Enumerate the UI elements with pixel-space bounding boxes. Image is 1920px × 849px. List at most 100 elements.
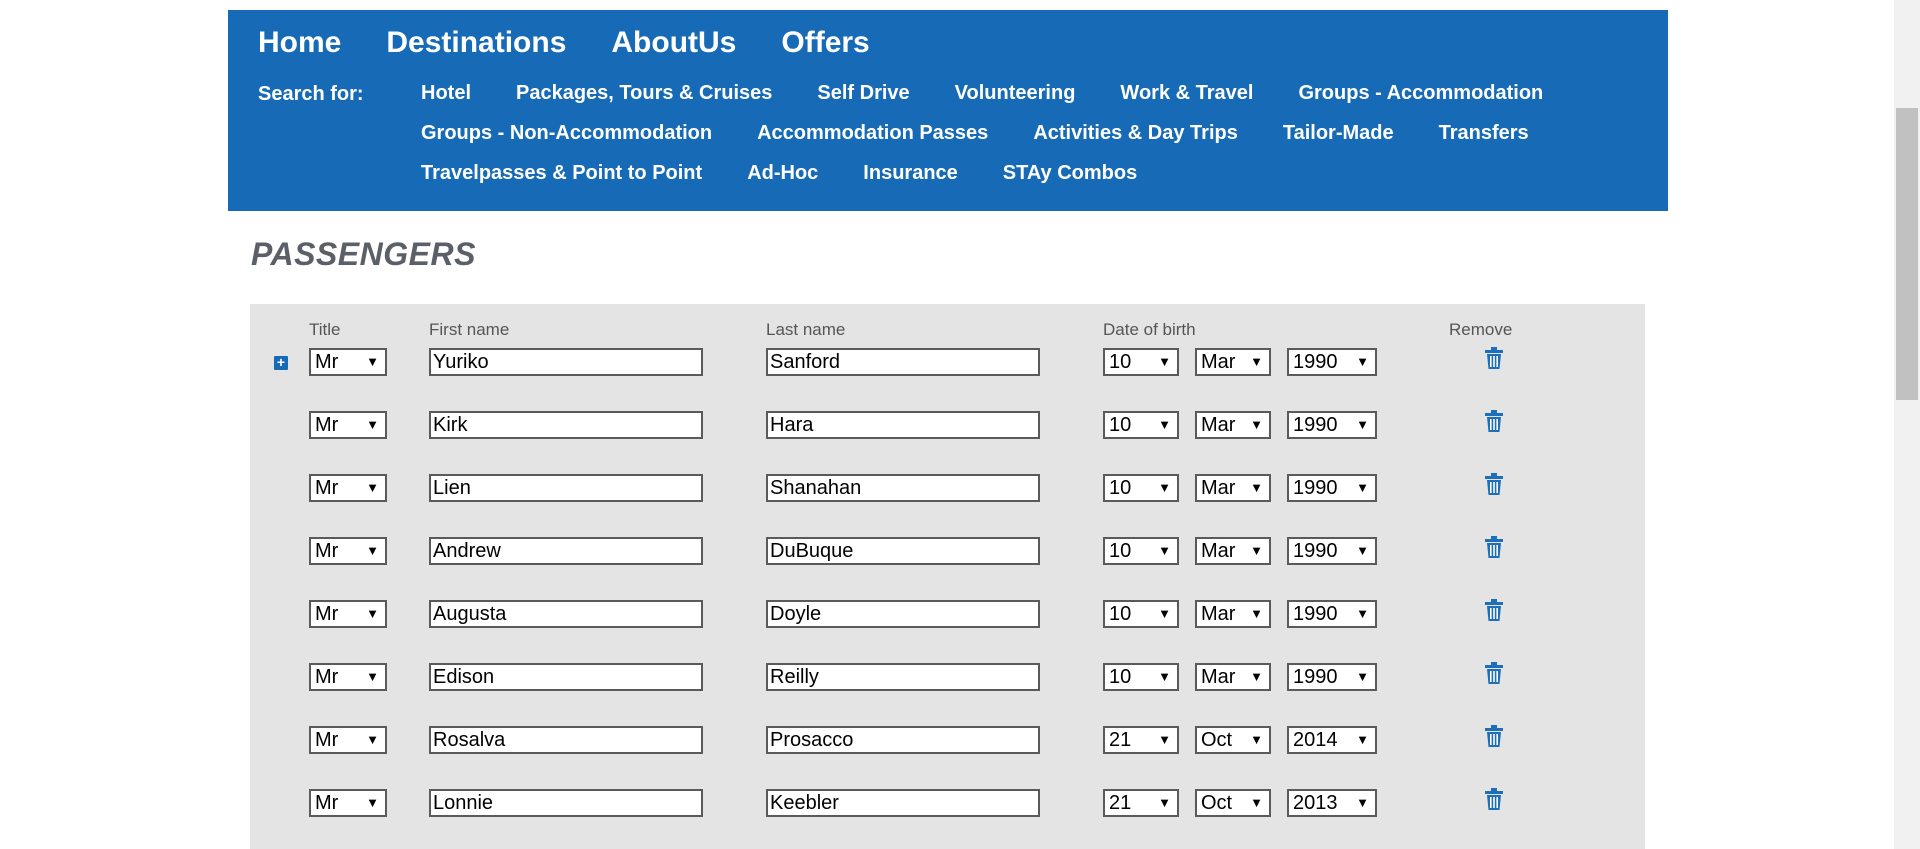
search-link-transfers[interactable]: Transfers <box>1439 120 1529 146</box>
title-select[interactable]: Mr ▼ <box>309 789 387 817</box>
chevron-down-icon: ▼ <box>1158 543 1171 558</box>
dob-day-select[interactable]: 21 ▼ <box>1103 789 1179 817</box>
column-header-dob: Date of birth <box>1103 320 1196 339</box>
dob-year-select[interactable]: 1990 ▼ <box>1287 600 1377 628</box>
chevron-down-icon: ▼ <box>366 795 379 810</box>
chevron-down-icon: ▼ <box>1356 543 1369 558</box>
plus-square-icon[interactable]: + <box>274 355 288 370</box>
first-name-input[interactable] <box>429 348 703 376</box>
title-select[interactable]: Mr ▼ <box>309 537 387 565</box>
title-select[interactable]: Mr ▼ <box>309 600 387 628</box>
dob-month-select[interactable]: Mar ▼ <box>1195 663 1271 691</box>
passengers-panel: Title First name Last name Date of birth… <box>250 304 1645 849</box>
dob-year-select-value: 2013 <box>1293 792 1338 814</box>
last-name-input[interactable] <box>766 474 1040 502</box>
passenger-row: + Mr ▼ 10 ▼ Mar ▼ 1990 ▼ <box>250 346 1645 378</box>
first-name-input[interactable] <box>429 537 703 565</box>
chevron-down-icon: ▼ <box>1158 669 1171 684</box>
dob-month-select[interactable]: Mar ▼ <box>1195 600 1271 628</box>
dob-year-select[interactable]: 2014 ▼ <box>1287 726 1377 754</box>
search-link-packages[interactable]: Packages, Tours & Cruises <box>516 80 772 106</box>
title-select[interactable]: Mr ▼ <box>309 726 387 754</box>
first-name-input[interactable] <box>429 474 703 502</box>
trash-icon[interactable] <box>1484 724 1504 748</box>
first-name-input[interactable] <box>429 789 703 817</box>
title-select[interactable]: Mr ▼ <box>309 474 387 502</box>
dob-day-select[interactable]: 21 ▼ <box>1103 726 1179 754</box>
dob-month-select[interactable]: Mar ▼ <box>1195 411 1271 439</box>
dob-day-select[interactable]: 10 ▼ <box>1103 411 1179 439</box>
dob-month-select[interactable]: Oct ▼ <box>1195 726 1271 754</box>
last-name-input[interactable] <box>766 600 1040 628</box>
last-name-input[interactable] <box>766 663 1040 691</box>
first-name-input[interactable] <box>429 411 703 439</box>
search-link-insurance[interactable]: Insurance <box>863 160 957 186</box>
last-name-input[interactable] <box>766 726 1040 754</box>
search-link-groups-non-accommodation[interactable]: Groups - Non-Accommodation <box>421 120 712 146</box>
chevron-down-icon: ▼ <box>1356 354 1369 369</box>
title-select-value: Mr <box>315 414 339 436</box>
dob-day-select[interactable]: 10 ▼ <box>1103 348 1179 376</box>
trash-icon[interactable] <box>1484 535 1504 559</box>
trash-icon[interactable] <box>1484 346 1504 370</box>
title-select-value: Mr <box>315 603 339 625</box>
search-category-menu: Hotel Packages, Tours & Cruises Self Dri… <box>421 80 1661 186</box>
search-link-travelpasses[interactable]: Travelpasses & Point to Point <box>421 160 702 186</box>
dob-year-select[interactable]: 2013 ▼ <box>1287 789 1377 817</box>
chevron-down-icon: ▼ <box>366 354 379 369</box>
first-name-input[interactable] <box>429 726 703 754</box>
dob-year-select[interactable]: 1990 ▼ <box>1287 663 1377 691</box>
dob-day-select[interactable]: 10 ▼ <box>1103 663 1179 691</box>
search-link-self-drive[interactable]: Self Drive <box>817 80 909 106</box>
search-link-ad-hoc[interactable]: Ad-Hoc <box>747 160 818 186</box>
chevron-down-icon: ▼ <box>1250 795 1263 810</box>
trash-icon[interactable] <box>1484 598 1504 622</box>
last-name-input[interactable] <box>766 537 1040 565</box>
search-link-tailor-made[interactable]: Tailor-Made <box>1283 120 1394 146</box>
trash-icon[interactable] <box>1484 787 1504 811</box>
nav-aboutus-link[interactable]: AboutUs <box>611 26 736 60</box>
dob-year-select[interactable]: 1990 ▼ <box>1287 474 1377 502</box>
dob-day-select[interactable]: 10 ▼ <box>1103 474 1179 502</box>
dob-month-select[interactable]: Oct ▼ <box>1195 789 1271 817</box>
scrollbar-thumb[interactable] <box>1896 108 1918 400</box>
search-link-hotel[interactable]: Hotel <box>421 80 471 106</box>
dob-month-select[interactable]: Mar ▼ <box>1195 474 1271 502</box>
dob-month-select[interactable]: Mar ▼ <box>1195 348 1271 376</box>
chevron-down-icon: ▼ <box>1250 732 1263 747</box>
title-select[interactable]: Mr ▼ <box>309 348 387 376</box>
nav-destinations-link[interactable]: Destinations <box>386 26 566 60</box>
dob-year-select[interactable]: 1990 ▼ <box>1287 411 1377 439</box>
last-name-input[interactable] <box>766 411 1040 439</box>
chevron-down-icon: ▼ <box>1250 354 1263 369</box>
last-name-input[interactable] <box>766 348 1040 376</box>
trash-icon[interactable] <box>1484 409 1504 433</box>
search-link-stay-combos[interactable]: STAy Combos <box>1003 160 1137 186</box>
dob-year-select[interactable]: 1990 ▼ <box>1287 348 1377 376</box>
search-link-accommodation-passes[interactable]: Accommodation Passes <box>757 120 988 146</box>
dob-month-select-value: Mar <box>1201 477 1236 499</box>
passenger-row: Mr ▼ 10 ▼ Mar ▼ 1990 ▼ <box>250 598 1645 630</box>
nav-home-link[interactable]: Home <box>258 26 341 60</box>
search-link-groups-accommodation[interactable]: Groups - Accommodation <box>1298 80 1543 106</box>
title-select[interactable]: Mr ▼ <box>309 411 387 439</box>
title-select-value: Mr <box>315 792 339 814</box>
first-name-input[interactable] <box>429 663 703 691</box>
page-scrollbar[interactable] <box>1894 0 1920 849</box>
search-link-work-travel[interactable]: Work & Travel <box>1120 80 1253 106</box>
dob-month-select[interactable]: Mar ▼ <box>1195 537 1271 565</box>
dob-day-select[interactable]: 10 ▼ <box>1103 600 1179 628</box>
search-link-activities[interactable]: Activities & Day Trips <box>1033 120 1238 146</box>
title-select[interactable]: Mr ▼ <box>309 663 387 691</box>
last-name-input[interactable] <box>766 789 1040 817</box>
trash-icon[interactable] <box>1484 661 1504 685</box>
search-link-volunteering[interactable]: Volunteering <box>955 80 1076 106</box>
dob-year-select-value: 1990 <box>1293 351 1338 373</box>
nav-offers-link[interactable]: Offers <box>781 26 869 60</box>
column-header-first-name: First name <box>429 320 510 339</box>
chevron-down-icon: ▼ <box>1250 480 1263 495</box>
trash-icon[interactable] <box>1484 472 1504 496</box>
dob-day-select[interactable]: 10 ▼ <box>1103 537 1179 565</box>
first-name-input[interactable] <box>429 600 703 628</box>
dob-year-select[interactable]: 1990 ▼ <box>1287 537 1377 565</box>
